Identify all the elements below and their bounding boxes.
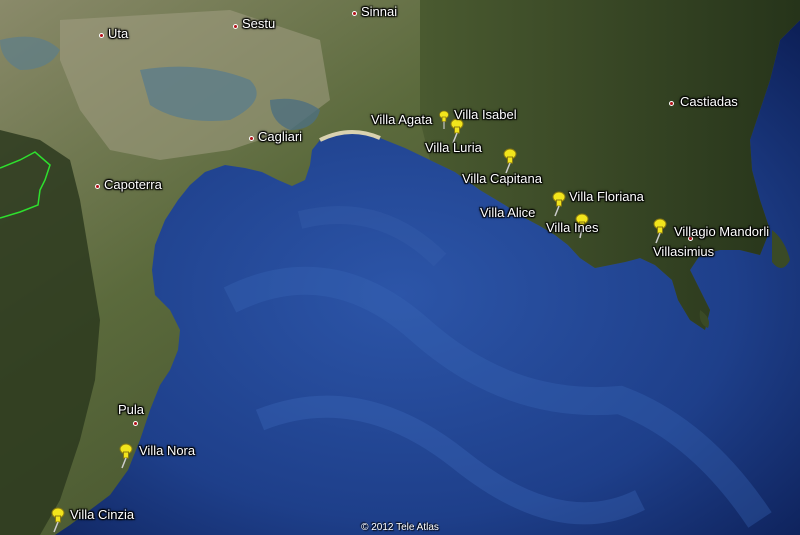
city-label-cagliari[interactable]: Cagliari [258,129,302,144]
placemark-label-villa-luria[interactable]: Villa Luria [425,140,482,155]
placemark-label-villa-agata[interactable]: Villa Agata [371,112,432,127]
placemark-label-villaggio-mandorli[interactable]: Villagio Mandorli [674,224,769,239]
pushpin-icon-villaggio-mandorli[interactable] [652,218,668,244]
pushpin-icon-villa-nora[interactable] [118,443,134,469]
placemark-label-villa-nora[interactable]: Villa Nora [139,443,195,458]
city-label-sinnai[interactable]: Sinnai [361,4,397,19]
city-label-capoterra[interactable]: Capoterra [104,177,162,192]
city-dot-capoterra [95,184,100,189]
placemark-label-villa-alice[interactable]: Villa Alice [480,205,535,220]
city-dot-cagliari [249,136,254,141]
city-label-castiadas[interactable]: Castiadas [680,94,738,109]
city-label-villasimius[interactable]: Villasimius [653,244,714,259]
city-label-sestu[interactable]: Sestu [242,16,275,31]
city-dot-pula [133,421,138,426]
placemark-label-villa-ines[interactable]: Villa Ines [546,220,599,235]
placemark-label-villa-cinzia[interactable]: Villa Cinzia [70,507,134,522]
placemark-label-villa-floriana[interactable]: Villa Floriana [569,189,644,204]
city-dot-sestu [233,24,238,29]
pushpin-icon-villa-floriana[interactable] [551,191,567,217]
city-dot-uta [99,33,104,38]
placemark-label-villa-capitana[interactable]: Villa Capitana [462,171,542,186]
city-dot-castiadas [669,101,674,106]
city-dot-sinnai [352,11,357,16]
satellite-map[interactable]: Uta Sestu Sinnai Cagliari Capoterra Cast… [0,0,800,535]
placemark-label-villa-isabel[interactable]: Villa Isabel [454,107,517,122]
city-label-uta[interactable]: Uta [108,26,128,41]
attribution: © 2012 Tele Atlas [361,522,439,533]
city-label-pula[interactable]: Pula [118,402,144,417]
